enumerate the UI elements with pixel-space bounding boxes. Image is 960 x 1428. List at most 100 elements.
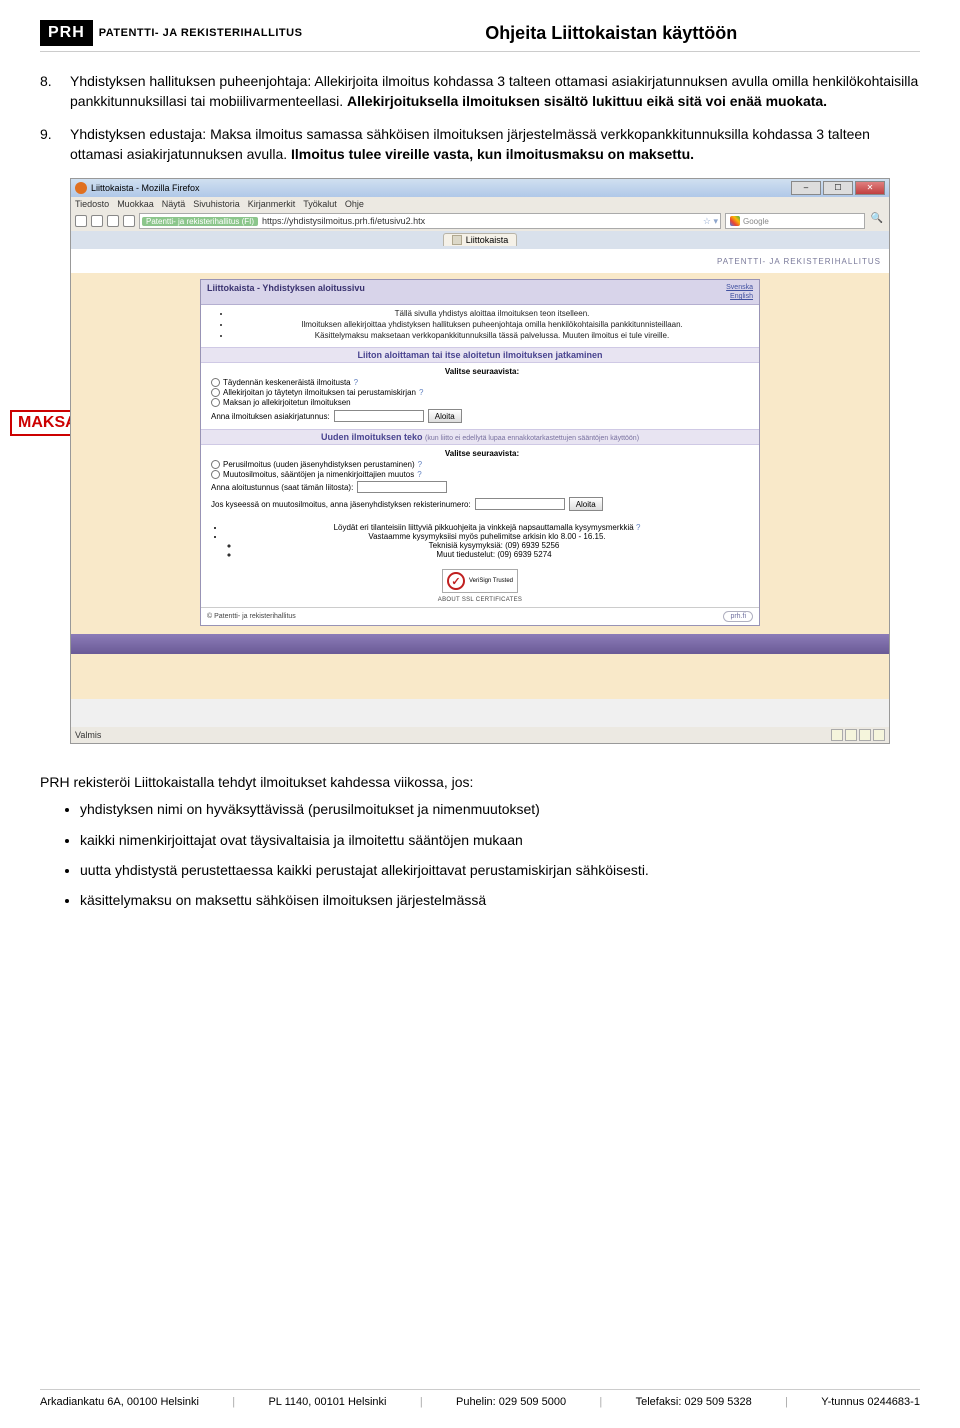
menu-file[interactable]: Tiedosto	[75, 199, 109, 209]
search-box[interactable]: Google	[725, 213, 865, 229]
bullet-item: uutta yhdistystä perustettaessa kaikki p…	[80, 861, 920, 879]
prh-logo: PRH PATENTTI- JA REKISTERIHALLITUS	[40, 20, 302, 46]
valitse-label: Valitse seuraavista:	[211, 367, 753, 376]
search-placeholder: Google	[743, 217, 769, 226]
reload-button[interactable]	[107, 215, 119, 227]
intro-line: Käsittelymaksu maksetaan verkkopankkitun…	[231, 331, 753, 341]
purple-footer-bar	[71, 634, 889, 654]
help-icon[interactable]: ?	[417, 470, 421, 479]
doc-title: Ohjeita Liittokaistan käyttöön	[302, 23, 920, 44]
radio-label: Perusilmoitus (uuden jäsenyhdistyksen pe…	[223, 460, 415, 469]
help-icon[interactable]: ?	[418, 460, 422, 469]
status-icon	[873, 729, 885, 741]
url-bar[interactable]: Patentti- ja rekisterihallitus (FI) http…	[139, 213, 721, 229]
menu-tools[interactable]: Työkalut	[303, 199, 337, 209]
section-new-header: Uuden ilmoituksen teko (kun liitto ei ed…	[201, 429, 759, 445]
card-notes: Löydät eri tilanteisiin liittyviä pikkuo…	[201, 517, 759, 565]
rekisterinumero-label: Jos kyseessä on muutosilmoitus, anna jäs…	[211, 500, 471, 509]
forward-button[interactable]	[91, 215, 103, 227]
browser-tab[interactable]: Liittokaista	[443, 233, 518, 246]
firefox-window: Liittokaista - Mozilla Firefox – ☐ ✕ Tie…	[70, 178, 890, 744]
liittokaista-card: Liittokaista - Yhdistyksen aloitussivu S…	[200, 279, 760, 626]
card-footer: © Patentti- ja rekisterihallitus prh.fi	[201, 607, 759, 625]
radio-taydennan[interactable]	[211, 378, 220, 387]
logo-full: PATENTTI- JA REKISTERIHALLITUS	[99, 27, 303, 39]
help-icon[interactable]: ?	[354, 378, 358, 387]
page-header: PRH PATENTTI- JA REKISTERIHALLITUS Ohjei…	[40, 20, 920, 52]
note-phone-other: Muut tiedustelut: (09) 6939 5274	[239, 550, 749, 559]
note-line: Vastaamme kysymyksiisi myös puhelimitse …	[368, 532, 605, 541]
aloita-button-1[interactable]: Aloita	[428, 409, 462, 423]
item8-bold: Allekirjoituksella ilmoituksen sisältö l…	[347, 93, 827, 109]
help-icon[interactable]: ?	[636, 523, 640, 532]
embedded-screenshot: MAKSA 35 € Liittokaista - Mozilla Firefo…	[40, 178, 920, 744]
menu-edit[interactable]: Muokkaa	[117, 199, 154, 209]
after-bullets: yhdistyksen nimi on hyväksyttävissä (per…	[40, 800, 920, 909]
page-viewport: PATENTTI- JA REKISTERIHALLITUS Liittokai…	[71, 249, 889, 699]
card-intro: Tällä sivulla yhdistys aloittaa ilmoituk…	[201, 305, 759, 347]
list-item-8: Yhdistyksen hallituksen puheenjohtaja: A…	[40, 72, 920, 111]
help-icon[interactable]: ?	[419, 388, 423, 397]
back-button[interactable]	[75, 215, 87, 227]
bullet-item: käsittelymaksu on maksettu sähköisen ilm…	[80, 891, 920, 909]
status-bar: Valmis	[71, 727, 889, 743]
verisign-seal[interactable]: ✓ VeriSign Trusted	[442, 569, 518, 593]
copyright-text: © Patentti- ja rekisterihallitus	[207, 613, 296, 620]
ssl-note[interactable]: ABOUT SSL CERTIFICATES	[201, 597, 759, 607]
intro-line: Ilmoituksen allekirjoittaa yhdistyksen h…	[231, 320, 753, 330]
aloita-button-2[interactable]: Aloita	[569, 497, 603, 511]
asiakirjatunnus-label: Anna ilmoituksen asiakirjatunnus:	[211, 412, 330, 421]
home-button[interactable]	[123, 215, 135, 227]
bullet-item: kaikki nimenkirjoittajat ovat täysivalta…	[80, 831, 920, 849]
footer-pl: PL 1140, 00101 Helsinki	[268, 1396, 386, 1408]
list-item-9: Yhdistyksen edustaja: Maksa ilmoitus sam…	[40, 125, 920, 164]
page-footer: Arkadiankatu 6A, 00100 Helsinki| PL 1140…	[40, 1389, 920, 1408]
menu-history[interactable]: Sivuhistoria	[193, 199, 240, 209]
radio-allekirjoitan[interactable]	[211, 388, 220, 397]
numbered-list: Yhdistyksen hallituksen puheenjohtaja: A…	[40, 72, 920, 164]
body-content: Yhdistyksen hallituksen puheenjohtaja: A…	[40, 72, 920, 164]
after-intro: PRH rekisteröi Liittokaistalla tehdyt il…	[40, 774, 920, 790]
tab-favicon	[452, 235, 462, 245]
menu-view[interactable]: Näytä	[162, 199, 186, 209]
url-text: https://yhdistysilmoitus.prh.fi/etusivu2…	[262, 216, 425, 226]
nav-toolbar: Patentti- ja rekisterihallitus (FI) http…	[71, 211, 889, 231]
status-text: Valmis	[75, 730, 101, 740]
asiakirjatunnus-input[interactable]	[334, 410, 424, 422]
bookmark-star-icon[interactable]: ☆ ▾	[703, 216, 718, 227]
radio-perusilmoitus[interactable]	[211, 460, 220, 469]
maximize-button[interactable]: ☐	[823, 181, 853, 195]
menu-bookmarks[interactable]: Kirjanmerkit	[248, 199, 296, 209]
note-line: Löydät eri tilanteisiin liittyviä pikkuo…	[334, 523, 634, 532]
tab-strip: Liittokaista	[71, 231, 889, 249]
lang-en-link[interactable]: English	[726, 292, 753, 301]
window-titlebar: Liittokaista - Mozilla Firefox – ☐ ✕	[71, 179, 889, 197]
prhfi-link[interactable]: prh.fi	[723, 611, 753, 622]
after-screenshot-text: PRH rekisteröi Liittokaistalla tehdyt il…	[40, 774, 920, 909]
close-button[interactable]: ✕	[855, 181, 885, 195]
firefox-icon	[75, 182, 87, 194]
radio-label: Maksan jo allekirjoitetun ilmoituksen	[223, 398, 351, 407]
aloitustunnus-input[interactable]	[357, 481, 447, 493]
rekisterinumero-input[interactable]	[475, 498, 565, 510]
footer-ytunnus: Y-tunnus 0244683-1	[821, 1396, 920, 1408]
radio-muutosilmoitus[interactable]	[211, 470, 220, 479]
valitse-label2: Valitse seuraavista:	[211, 449, 753, 458]
new-hdr-text: Uuden ilmoituksen teko	[321, 432, 423, 442]
item9-bold: Ilmoitus tulee vireille vasta, kun ilmoi…	[291, 146, 694, 162]
lang-sv-link[interactable]: Svenska	[726, 283, 753, 292]
menu-bar: Tiedosto Muokkaa Näytä Sivuhistoria Kirj…	[71, 197, 889, 211]
continue-form: Valitse seuraavista: Täydennän keskenerä…	[201, 363, 759, 429]
tab-title: Liittokaista	[466, 235, 509, 245]
new-form: Valitse seuraavista: Perusilmoitus (uude…	[201, 445, 759, 517]
minimize-button[interactable]: –	[791, 181, 821, 195]
footer-address: Arkadiankatu 6A, 00100 Helsinki	[40, 1396, 199, 1408]
site-brand: PATENTTI- JA REKISTERIHALLITUS	[717, 257, 881, 266]
radio-maksan[interactable]	[211, 398, 220, 407]
search-go-icon[interactable]: 🔍	[869, 213, 885, 229]
card-title-bar: Liittokaista - Yhdistyksen aloitussivu S…	[201, 280, 759, 305]
menu-help[interactable]: Ohje	[345, 199, 364, 209]
radio-label: Täydennän keskeneräistä ilmoitusta	[223, 378, 351, 387]
ssl-host-badge: Patentti- ja rekisterihallitus (FI)	[142, 217, 258, 226]
window-title: Liittokaista - Mozilla Firefox	[91, 183, 200, 193]
